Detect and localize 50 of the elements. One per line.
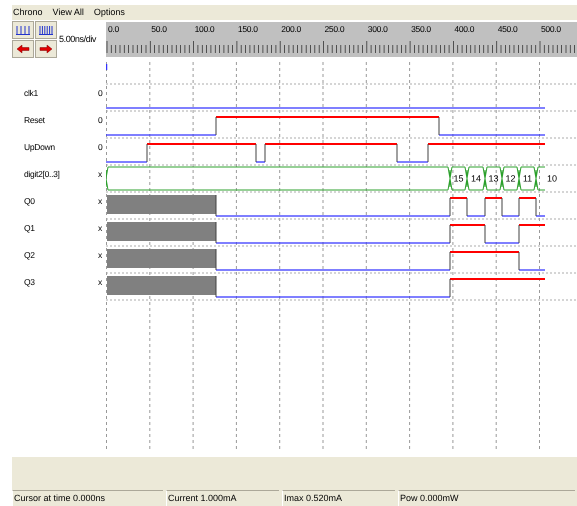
ruler-label: 400.0 [454,24,474,34]
signal-value: x [98,250,102,260]
bus-value: 14 [471,173,481,184]
signal-value: x [98,196,102,206]
cursor-marker [106,64,108,70]
signal-name: Q3 [23,277,36,288]
left-arrow-icon [16,44,30,54]
scroll-right-button[interactable] [35,40,57,58]
ruler-label: 50.0 [151,24,167,34]
signal-name: Q2 [23,250,36,260]
signal-name: clk1 [23,88,39,98]
bus-value: 10 [547,173,557,184]
zoom-icon [39,24,53,35]
signal-name: Reset [23,115,46,126]
bus-value: 11 [522,173,532,184]
status-text: Current 1.000mA [166,490,279,506]
zoom-in-button[interactable] [12,20,34,39]
zoom-out-button[interactable] [35,20,57,39]
signal-name: Q1 [23,223,36,234]
signal-value: 0 [98,142,103,152]
ruler-label: 450.0 [498,24,518,34]
bus-value: 15 [454,173,464,184]
menu-item[interactable]: View All [52,7,84,18]
ruler-label: 500.0 [541,24,561,34]
status-text: Pow 0.000mW [398,490,575,506]
time-scale-label: 5.00ns/div [58,34,98,44]
menu-item[interactable]: Chrono [13,7,43,18]
right-arrow-icon [39,44,53,54]
signal-name: UpDown [23,142,56,152]
menu-item[interactable]: Options [94,7,125,18]
signal-value: 0 [98,88,103,98]
status-text: Imax 0.520mA [282,490,395,506]
signal-name: digit2[0..3] [23,169,61,180]
scroll-left-button[interactable] [12,40,34,58]
zoom-icon [16,24,30,35]
ruler-label: 350.0 [411,24,431,34]
signal-value: x [98,223,102,234]
ruler-label: 250.0 [324,24,344,34]
signal-value: x [98,169,102,180]
ruler-label: 0.0 [108,24,119,34]
ruler-label: 300.0 [368,24,388,34]
ruler-label: 150.0 [238,24,258,34]
bus-value: 12 [506,173,516,184]
status-text: Cursor at time 0.000ns [12,490,163,506]
signal-value: x [98,277,102,288]
bus-value: 13 [488,173,498,184]
ruler-label: 100.0 [194,24,214,34]
signal-name: Q0 [23,196,36,206]
signal-value: 0 [98,115,103,126]
ruler-label: 200.0 [281,24,301,34]
